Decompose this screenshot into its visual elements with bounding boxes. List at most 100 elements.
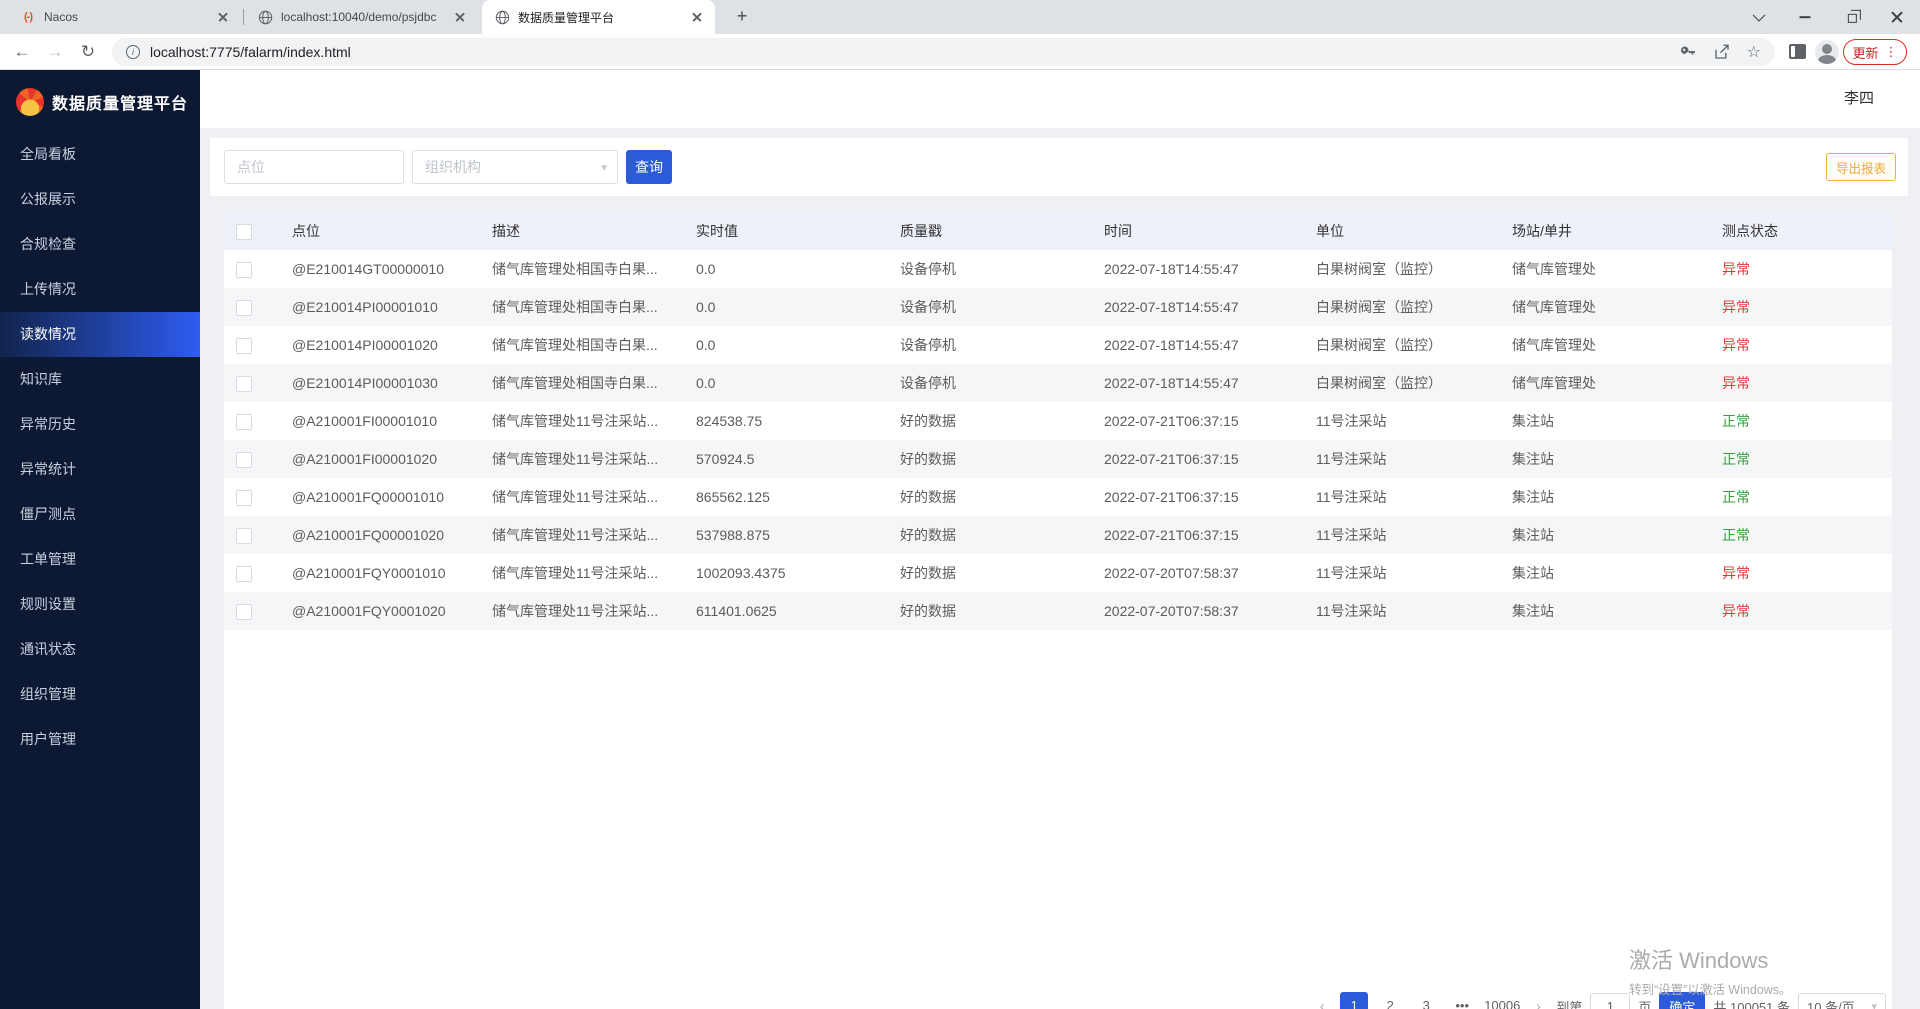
cell-point-id: @A210001FI00001020: [280, 440, 480, 478]
sidebar-item[interactable]: 合规检查: [0, 222, 200, 267]
export-report-button[interactable]: 导出报表: [1826, 153, 1896, 181]
sidebar-item[interactable]: 通讯状态: [0, 627, 200, 672]
share-icon[interactable]: [1713, 43, 1731, 61]
cell-description: 储气库管理处11号注采站...: [480, 440, 684, 478]
page-button[interactable]: 10006: [1484, 992, 1520, 1009]
sidebar-item[interactable]: 异常历史: [0, 402, 200, 447]
sidebar-item[interactable]: 僵尸测点: [0, 492, 200, 537]
cell-realtime-value: 865562.125: [684, 478, 888, 516]
tab-strip: (-)Nacoslocalhost:10040/demo/psjdbc数据质量管…: [0, 0, 1920, 34]
watermark-line2: 转到“设置”以激活 Windows。: [1629, 979, 1792, 998]
jump-page-input[interactable]: [1590, 993, 1630, 1009]
url-text[interactable]: localhost:7775/falarm/index.html: [150, 44, 351, 60]
cell-station: 集注站: [1500, 440, 1710, 478]
column-header: 测点状态: [1710, 212, 1892, 250]
menu-dots-icon[interactable]: ⋮: [1885, 44, 1898, 60]
cell-status: 异常: [1710, 554, 1892, 592]
row-checkbox[interactable]: [236, 338, 252, 354]
prev-page-button[interactable]: ‹: [1312, 998, 1332, 1009]
cell-realtime-value: 824538.75: [684, 402, 888, 440]
cell-station: 储气库管理处: [1500, 364, 1710, 402]
sidebar-item[interactable]: 知识库: [0, 357, 200, 402]
cell-status: 异常: [1710, 326, 1892, 364]
row-checkbox[interactable]: [236, 604, 252, 620]
table-row: @E210014GT00000010储气库管理处相国寺白果...0.0设备停机2…: [224, 250, 1892, 288]
cell-point-id: @A210001FQ00001020: [280, 516, 480, 554]
forward-button[interactable]: →: [43, 40, 67, 64]
address-bar[interactable]: i localhost:7775/falarm/index.html ☆: [112, 38, 1775, 66]
row-checkbox-cell: [224, 440, 280, 478]
org-select[interactable]: 组织机构 ▾: [412, 150, 618, 184]
page-button[interactable]: 1: [1340, 992, 1368, 1009]
sidebar-item[interactable]: 规则设置: [0, 582, 200, 627]
row-checkbox[interactable]: [236, 528, 252, 544]
sidebar-item[interactable]: 上传情况: [0, 267, 200, 312]
close-button[interactable]: [1874, 0, 1920, 34]
petrochina-logo-icon: [16, 88, 44, 116]
cell-description: 储气库管理处11号注采站...: [480, 478, 684, 516]
next-page-button[interactable]: ›: [1528, 998, 1548, 1009]
search-button[interactable]: 查询: [626, 150, 672, 184]
close-icon[interactable]: [689, 9, 705, 25]
browser-tab[interactable]: 数据质量管理平台: [482, 0, 715, 34]
browser-tab[interactable]: (-)Nacos: [8, 0, 241, 34]
row-checkbox[interactable]: [236, 300, 252, 316]
sidebar-item[interactable]: 异常统计: [0, 447, 200, 492]
cell-description: 储气库管理处11号注采站...: [480, 516, 684, 554]
back-button[interactable]: ←: [10, 40, 34, 64]
minimize-button[interactable]: [1782, 0, 1828, 34]
table-header-row: 点位描述实时值质量戳时间单位场站/单井测点状态: [224, 212, 1892, 250]
close-icon: [1874, 0, 1920, 34]
cell-status: 异常: [1710, 364, 1892, 402]
pagination: ‹123•••10006›到第页确定共 100051 条10 条/页▾: [1312, 992, 1886, 1009]
cell-point-id: @E210014PI00001030: [280, 364, 480, 402]
row-checkbox[interactable]: [236, 262, 252, 278]
org-select-placeholder: 组织机构: [425, 157, 481, 177]
globe-icon: [494, 9, 510, 25]
sidebar-item[interactable]: 组织管理: [0, 672, 200, 717]
sidebar-item[interactable]: 公报展示: [0, 177, 200, 222]
site-info-icon[interactable]: i: [126, 45, 140, 59]
page-button[interactable]: 3: [1412, 992, 1440, 1009]
close-icon[interactable]: [215, 9, 231, 25]
cell-time: 2022-07-18T14:55:47: [1092, 364, 1304, 402]
restore-button[interactable]: [1828, 0, 1874, 34]
row-checkbox[interactable]: [236, 566, 252, 582]
row-checkbox[interactable]: [236, 490, 252, 506]
browser-tab[interactable]: localhost:10040/demo/psjdbc: [245, 0, 478, 34]
reload-button[interactable]: ↻: [76, 40, 100, 64]
chrome-update-button[interactable]: 更新 ⋮: [1843, 39, 1907, 65]
cell-unit: 白果树阀室（监控）: [1304, 250, 1500, 288]
profile-avatar[interactable]: [1815, 40, 1839, 64]
sidebar-item[interactable]: 工单管理: [0, 537, 200, 582]
sidebar-item[interactable]: 全局看板: [0, 132, 200, 177]
password-key-icon[interactable]: [1679, 43, 1697, 61]
cell-realtime-value: 537988.875: [684, 516, 888, 554]
select-all-checkbox[interactable]: [236, 224, 252, 240]
row-checkbox[interactable]: [236, 376, 252, 392]
readings-table: 点位描述实时值质量戳时间单位场站/单井测点状态 @E210014GT000000…: [224, 212, 1892, 630]
bookmark-star-icon[interactable]: ☆: [1747, 42, 1761, 62]
close-icon[interactable]: [452, 9, 468, 25]
side-panel-icon[interactable]: [1789, 44, 1806, 59]
column-header: 质量戳: [888, 212, 1092, 250]
sidebar-item[interactable]: 用户管理: [0, 717, 200, 762]
user-name[interactable]: 李四: [1844, 70, 1874, 128]
column-header: 描述: [480, 212, 684, 250]
new-tab-button[interactable]: +: [730, 5, 754, 29]
page-button[interactable]: •••: [1448, 992, 1476, 1009]
cell-unit: 11号注采站: [1304, 516, 1500, 554]
page-size-select[interactable]: 10 条/页▾: [1798, 993, 1886, 1009]
sidebar-item[interactable]: 读数情况: [0, 312, 200, 357]
page-button[interactable]: 2: [1376, 992, 1404, 1009]
row-checkbox[interactable]: [236, 452, 252, 468]
row-checkbox[interactable]: [236, 414, 252, 430]
cell-quality-stamp: 设备停机: [888, 288, 1092, 326]
globe-icon: [257, 9, 273, 25]
page-unit-label: 页: [1638, 997, 1651, 1009]
point-input[interactable]: [224, 150, 404, 184]
brand-title: 数据质量管理平台: [52, 90, 188, 114]
cell-status: 异常: [1710, 288, 1892, 326]
tab-search-button[interactable]: [1736, 0, 1782, 34]
cell-point-id: @A210001FQ00001010: [280, 478, 480, 516]
